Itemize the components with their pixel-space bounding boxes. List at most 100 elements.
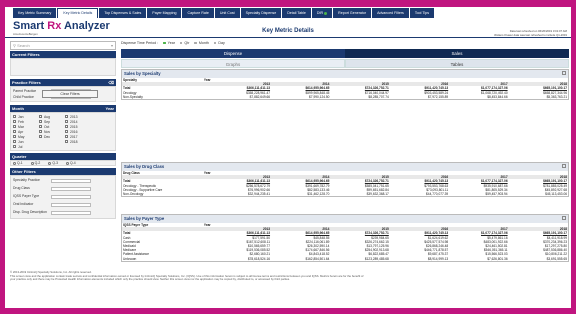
tab-detail-table[interactable]: Detail Table xyxy=(282,8,311,18)
period-option-month[interactable]: Month xyxy=(194,41,209,45)
month-label: Apr xyxy=(18,129,24,134)
tab-unit-cost[interactable]: Unit Cost xyxy=(214,8,240,18)
checkbox-icon[interactable] xyxy=(39,115,42,118)
radio-icon[interactable] xyxy=(163,41,166,45)
other-filter-dropdown[interactable] xyxy=(51,202,91,208)
expand-icon[interactable] xyxy=(562,164,566,168)
value-cell: $7,882,649.66 xyxy=(249,94,271,99)
tab-key-metric-summary[interactable]: Key Metric Summary xyxy=(13,8,57,18)
period-option-label: Day xyxy=(218,41,225,45)
other-filter-row: IQSS Payer Type xyxy=(11,193,115,201)
filter-sidebar: ⚲ Search ▾ Current Filters Clear Filters… xyxy=(10,41,116,271)
dispense-toggle-button[interactable]: Dispense xyxy=(121,49,345,58)
checkbox-icon[interactable] xyxy=(65,140,68,143)
quarter-option[interactable]: Q-1 xyxy=(11,161,23,165)
tab-label: Key Metric Details xyxy=(63,11,93,15)
tab-key-metric-details[interactable]: Key Metric Details xyxy=(57,8,99,18)
month-option[interactable]: Dec xyxy=(37,134,63,139)
quarter-label: Q-2 xyxy=(34,161,41,165)
tab-capture-rate[interactable]: Capture Rate xyxy=(182,8,214,18)
data-table: IQSS Payer Type Year 2013 2014 2015 2016 2017 2… xyxy=(122,223,568,261)
month-label: Mar xyxy=(18,124,24,129)
other-filter-dropdown[interactable] xyxy=(51,178,91,184)
checkbox-icon[interactable] xyxy=(13,120,16,123)
checkbox-icon[interactable] xyxy=(65,120,68,123)
tab-tool-tips[interactable]: Tool Tips xyxy=(409,8,435,18)
month-year-body: Jan Feb Mar Apr May Jun Jul Aug Sep Oct Nov Dec 20… xyxy=(10,112,116,151)
checkbox-icon[interactable] xyxy=(13,125,16,128)
tab-label: Tool Tips xyxy=(414,11,430,15)
tab-dir[interactable]: DIR xyxy=(311,8,333,18)
other-filters-label: Other Filters xyxy=(12,169,36,174)
other-filter-dropdown[interactable] xyxy=(51,210,91,216)
year-label: 2013 xyxy=(70,114,78,119)
checkbox-icon[interactable] xyxy=(39,130,42,133)
tab-report-generator[interactable]: Report Generator xyxy=(333,8,372,18)
radio-icon[interactable] xyxy=(65,161,69,165)
quarter-label: Q-3 xyxy=(52,161,58,165)
value-cell: $39,632,368.17 xyxy=(366,192,389,197)
checkbox-icon[interactable] xyxy=(13,140,16,143)
table-panel: Sales by Payer Type IQSS Payer Type Year 20… xyxy=(121,214,569,262)
month-list-2: Aug Sep Oct Nov Dec xyxy=(37,114,63,149)
expand-icon[interactable] xyxy=(562,216,566,220)
tab-payer-mapping[interactable]: Payer Mapping xyxy=(147,8,182,18)
value-cell: $5,363,763.21 xyxy=(546,94,567,99)
value-cell: $7,990,124.50 xyxy=(309,94,330,99)
checkbox-icon[interactable] xyxy=(13,130,16,133)
radio-icon[interactable] xyxy=(13,161,16,165)
practice-filters-label: Practice Filters xyxy=(12,80,41,85)
month-label: Oct xyxy=(44,124,50,129)
sales-toggle-button[interactable]: Sales xyxy=(345,49,569,58)
radio-icon[interactable] xyxy=(194,41,197,45)
period-option-year[interactable]: Year xyxy=(163,41,175,45)
radio-icon[interactable] xyxy=(48,161,52,165)
radio-icon[interactable] xyxy=(213,41,217,45)
tab-specialty-dispense[interactable]: Specialty Dispense xyxy=(240,8,282,18)
quarter-option[interactable]: Q-3 xyxy=(46,161,58,165)
view-toggle: Graphs Tables xyxy=(121,59,569,68)
checkbox-icon[interactable] xyxy=(65,130,68,133)
radio-icon[interactable] xyxy=(179,41,183,45)
other-filter-label: IQSS Payer Type xyxy=(13,194,40,199)
page-title: Key Metric Details xyxy=(262,28,314,34)
other-filters-header: Other Filters xyxy=(10,168,116,175)
search-input[interactable]: ⚲ Search ▾ xyxy=(10,41,116,50)
period-option-qtr[interactable]: Qtr xyxy=(179,41,189,45)
quarter-option[interactable]: Q-4 xyxy=(64,161,76,165)
tab-top-dispenses-sales[interactable]: Top Dispenses & Sales xyxy=(99,8,147,18)
value-cell: $8,914,999.13 xyxy=(427,256,449,261)
quarter-option[interactable]: Q-2 xyxy=(29,161,41,165)
value-cell: $3,691,555.65 xyxy=(546,256,567,261)
tables-toggle-button[interactable]: Tables xyxy=(345,59,569,68)
other-filter-dropdown[interactable] xyxy=(51,186,91,192)
value-cell: $45,113,453.06 xyxy=(545,192,567,197)
year-option[interactable]: 2018 xyxy=(63,139,103,144)
checkbox-icon[interactable] xyxy=(13,115,16,118)
checkbox-icon[interactable] xyxy=(39,125,42,128)
period-option-day[interactable]: Day xyxy=(213,41,225,45)
month-year-header: Month Year xyxy=(10,105,116,112)
tab-label: Report Generator xyxy=(338,11,367,15)
panel-title-text: Sales by Specialty xyxy=(124,71,161,76)
month-option[interactable]: Jul xyxy=(11,144,37,149)
checkbox-icon[interactable] xyxy=(39,135,42,138)
graphs-toggle-button[interactable]: Graphs xyxy=(121,59,345,68)
other-filter-row: Drug Class xyxy=(11,185,115,193)
month-label: Jun xyxy=(18,139,24,144)
search-dropdown-icon[interactable]: ▾ xyxy=(111,43,113,48)
year-label: 2014 xyxy=(70,119,78,124)
eraser-icon[interactable]: ⌫ xyxy=(108,79,114,86)
checkbox-icon[interactable] xyxy=(39,120,42,123)
checkbox-icon[interactable] xyxy=(65,115,68,118)
checkbox-icon[interactable] xyxy=(13,145,16,148)
other-filter-dropdown[interactable] xyxy=(51,194,91,200)
clear-filters-button[interactable]: Clear Filters xyxy=(42,90,98,98)
checkbox-icon[interactable] xyxy=(13,135,16,138)
checkbox-icon[interactable] xyxy=(65,125,68,128)
tab-advanced-filters[interactable]: Advanced Filters xyxy=(372,8,409,18)
checkbox-icon[interactable] xyxy=(65,135,68,138)
radio-icon[interactable] xyxy=(30,161,34,165)
expand-icon[interactable] xyxy=(562,71,566,75)
month-label: Feb xyxy=(18,119,24,124)
